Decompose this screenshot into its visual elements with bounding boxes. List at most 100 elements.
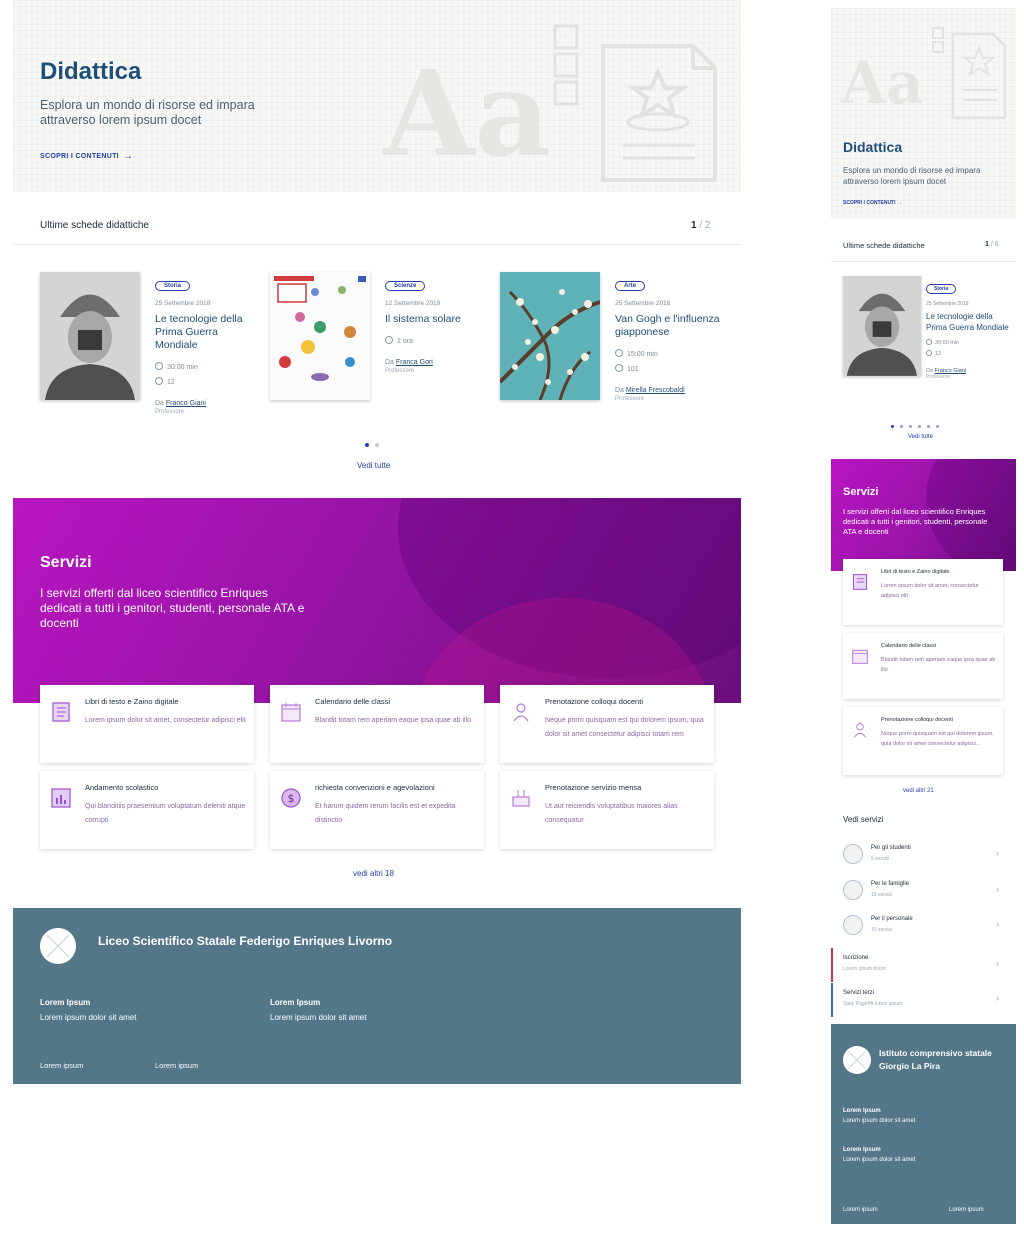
lesson-duration: 15:00 min: [627, 351, 658, 358]
footer-column-text: Lorem ipsum dolor sit amet: [270, 1013, 367, 1022]
see-all-link[interactable]: Vedi tutte: [357, 461, 390, 470]
category-tag[interactable]: Storia: [155, 281, 191, 291]
service-title: Calendario delle classi: [315, 697, 391, 706]
school-logo-placeholder-icon: [40, 928, 76, 964]
carousel-dot[interactable]: [375, 443, 379, 447]
lesson-card[interactable]: Storia 25 Settembre 2018 Le tecnologie d…: [40, 272, 260, 432]
service-title: Prenotazione colloqui docenti: [545, 697, 643, 706]
service-description: Neque porro quisquam est qui dolorem ips…: [545, 717, 704, 738]
row-title: Per il personale: [871, 916, 913, 922]
site-footer: Istituto comprensivo statale Giorgio La …: [831, 1024, 1016, 1224]
category-tag[interactable]: Scienze: [385, 281, 426, 291]
lesson-thumbnail[interactable]: [843, 276, 921, 376]
row-accent-bar: [831, 948, 833, 982]
comment-icon: [926, 350, 932, 356]
services-title: Servizi: [40, 554, 92, 571]
category-tag[interactable]: Arte: [615, 281, 646, 291]
row-subtitle: 10 servizi: [871, 927, 893, 933]
lesson-info: Scienze 12 Settembre 2018 Il sistema sol…: [385, 274, 493, 374]
row-title: Servizi terzi: [843, 990, 875, 996]
author-role: Professore: [155, 409, 185, 415]
lesson-thumbnail[interactable]: [270, 272, 370, 400]
soldier-photo-image: [40, 272, 140, 400]
discover-content-link[interactable]: SCOPRI I CONTENUTI →: [843, 200, 902, 206]
author-link[interactable]: Franca Gori: [396, 359, 433, 366]
service-card[interactable]: Libri di testo e Zaino digitale Lorem ip…: [40, 685, 254, 763]
footer-bottom-link[interactable]: Lorem ipsum: [155, 1061, 198, 1070]
see-all-link[interactable]: Vedi tutte: [908, 434, 933, 440]
footer-bottom-link[interactable]: Lorem ipsum: [843, 1207, 878, 1213]
carousel-dot[interactable]: [927, 425, 930, 428]
carousel-dot[interactable]: [936, 425, 939, 428]
service-card[interactable]: Calendario delle classi Blandit totam re…: [270, 685, 484, 763]
mobile-page: Aa Didattica Esplora un mondo di risorse…: [831, 8, 1016, 1224]
footer-column: Lorem Ipsum Lorem ipsum dolor sit amet: [843, 1106, 915, 1126]
service-card[interactable]: Andamento scolastico Qui blanditiis prae…: [40, 771, 254, 849]
almond-blossom-painting-image: [500, 272, 600, 400]
service-category-row[interactable]: Per gli studenti 5 servizi ›: [831, 838, 1016, 872]
footer-bottom-link[interactable]: Lorem ipsum: [949, 1207, 984, 1213]
svg-text:$: $: [288, 792, 295, 805]
discover-content-label: SCOPRI I CONTENUTI: [40, 153, 119, 160]
service-card[interactable]: Libri di testo e Zaino digitale Lorem ip…: [843, 559, 1003, 625]
footer-column: Lorem Ipsum Lorem ipsum dolor sit amet: [40, 995, 136, 1025]
lesson-comments: 12: [167, 379, 175, 386]
service-description: Blandit totam rem aperiam eaque ipsa qua…: [881, 657, 996, 673]
lesson-title[interactable]: Il sistema solare: [385, 313, 493, 326]
author-link[interactable]: Franco Giani: [166, 400, 206, 407]
service-category-row[interactable]: Per le famiglie 15 servizi ›: [831, 874, 1016, 908]
discover-content-link[interactable]: SCOPRI I CONTENUTI →: [40, 150, 133, 162]
author-role: Professore: [385, 368, 415, 374]
lesson-title[interactable]: Van Gogh e l'influenza giapponese: [615, 313, 723, 339]
service-card[interactable]: Prenotazione colloqui docenti Neque porr…: [843, 707, 1003, 775]
author-link[interactable]: Mirella Frescobaldi: [626, 387, 685, 394]
services-title: Servizi: [843, 486, 879, 498]
service-title: Libri di testo e Zaino digitale: [85, 697, 179, 706]
carousel-dot[interactable]: [900, 425, 903, 428]
author-prefix: Da: [155, 400, 166, 407]
service-link-row[interactable]: Iscrizione Lorem ipsum docet ›: [831, 948, 1016, 982]
service-card[interactable]: Prenotazione colloqui docenti Neque porr…: [500, 685, 714, 763]
lesson-thumbnail[interactable]: [40, 272, 140, 400]
lesson-author: Da Franca Gori: [385, 359, 493, 366]
see-more-services-link[interactable]: vedi altri 21: [903, 788, 934, 794]
meeting-icon: [513, 703, 529, 722]
service-category-row[interactable]: Per il personale 10 servizi ›: [831, 909, 1016, 943]
author-role: Professore: [615, 396, 645, 402]
lesson-date: 25 Settembre 2018: [155, 300, 211, 307]
page-total: / 6: [988, 241, 999, 248]
service-title: Calendario delle classi: [881, 643, 937, 649]
hero-decor-text: Aa: [383, 44, 552, 183]
lesson-duration: 1 ora: [397, 338, 413, 345]
lesson-duration: 30:00 min: [167, 364, 198, 371]
lesson-info: Storia 25 Settembre 2018 Le tecnologie d…: [926, 277, 1011, 380]
lesson-info: Arte 25 Settembre 2018 Van Gogh e l'infl…: [615, 274, 723, 402]
row-subtitle: Lorem ipsum docet: [843, 966, 886, 972]
service-card[interactable]: Prenotazione servizio mensa Ut aut reici…: [500, 771, 714, 849]
footer-bottom-link[interactable]: Lorem ipsum: [40, 1061, 83, 1070]
category-tag[interactable]: Storia: [926, 284, 957, 294]
chart-icon: [51, 788, 71, 808]
lesson-title[interactable]: Le tecnologie della Prima Guerra Mondial…: [926, 311, 1011, 333]
service-description: Et harum quidem rerum facilis est et exp…: [315, 803, 456, 824]
carousel-dot[interactable]: [365, 443, 369, 447]
service-description: Blandit totam rem aperiam eaque ipsa qua…: [315, 717, 472, 724]
service-description: Neque porro quisquam est qui dolorem ips…: [881, 731, 994, 747]
clock-icon: [926, 339, 932, 345]
carousel-dot[interactable]: [891, 425, 894, 428]
footer-column-title: Lorem Ipsum: [270, 998, 321, 1007]
lesson-title[interactable]: Le tecnologie della Prima Guerra Mondial…: [155, 313, 263, 352]
service-card[interactable]: $ richiesta convenzioni e agevolazioni E…: [270, 771, 484, 849]
service-card[interactable]: Calendario delle classi Blandit totam re…: [843, 633, 1003, 699]
services-banner: Servizi I servizi offerti dal liceo scie…: [831, 459, 1016, 571]
carousel-dot[interactable]: [909, 425, 912, 428]
services-banner: Servizi I servizi offerti dal liceo scie…: [13, 498, 741, 703]
lesson-thumbnail[interactable]: [500, 272, 600, 400]
solar-system-infographic-image: [270, 272, 370, 400]
see-more-services-link[interactable]: vedi altri 18: [353, 869, 394, 878]
lesson-card[interactable]: Arte 25 Settembre 2018 Van Gogh e l'infl…: [500, 272, 720, 432]
row-title: Iscrizione: [843, 955, 869, 961]
lesson-card[interactable]: Scienze 12 Settembre 2018 Il sistema sol…: [270, 272, 490, 432]
carousel-dot[interactable]: [918, 425, 921, 428]
service-link-row[interactable]: Servizi terzi Spid, PagoPA lorem ipsum ›: [831, 983, 1016, 1017]
